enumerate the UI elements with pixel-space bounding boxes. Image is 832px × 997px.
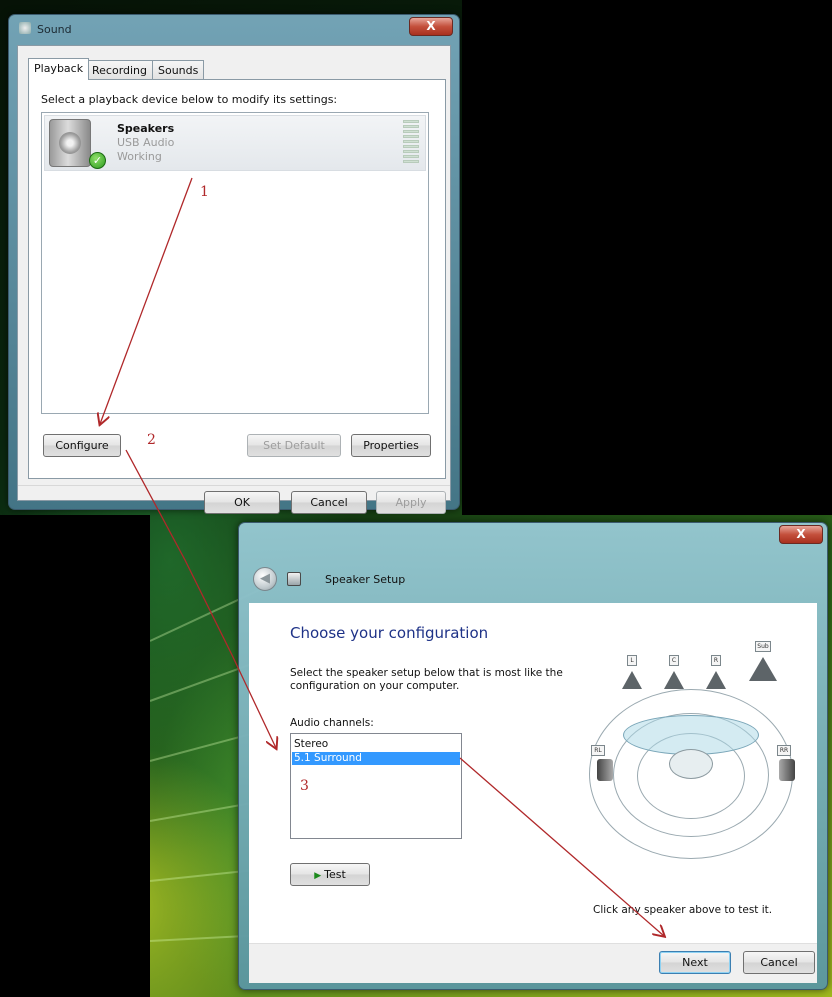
arrow-step1 — [100, 177, 193, 424]
annotation-step3: 3 — [300, 778, 309, 794]
annotation-step1: 1 — [200, 184, 209, 200]
annotation-arrows — [0, 177, 832, 997]
tab-playback[interactable]: Playback — [28, 58, 90, 80]
annotation-step2: 2 — [147, 432, 156, 448]
arrow-step2 — [125, 449, 276, 748]
arrow-step3 — [459, 757, 664, 936]
